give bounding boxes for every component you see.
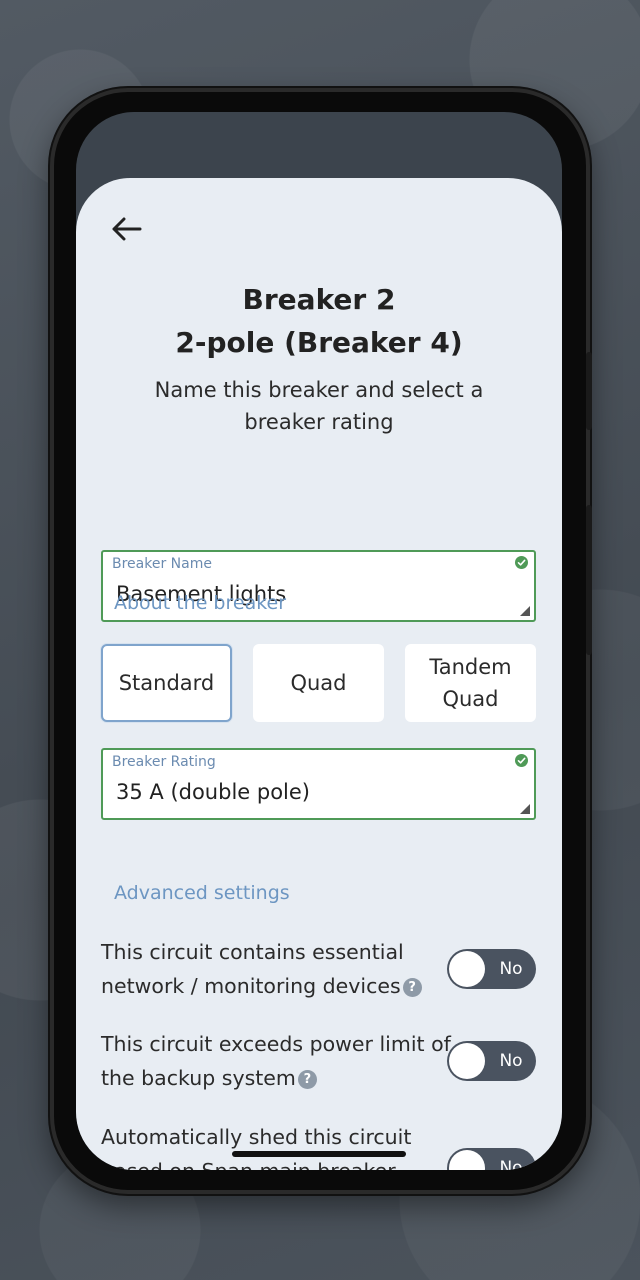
breaker-rating-field[interactable]: Breaker Rating 35 A (double pole) bbox=[101, 748, 536, 820]
resize-handle-icon[interactable] bbox=[520, 804, 530, 814]
breaker-rating-value[interactable]: 35 A (double pole) bbox=[116, 780, 310, 804]
setting-text: This circuit contains essential network … bbox=[101, 940, 404, 998]
toggle-knob bbox=[449, 1150, 485, 1170]
toggle-knob bbox=[449, 951, 485, 987]
power-button bbox=[586, 505, 592, 655]
toggle-power-limit[interactable]: No bbox=[447, 1041, 536, 1081]
toggle-auto-shed[interactable]: No bbox=[447, 1148, 536, 1170]
title-line-1: Breaker 2 bbox=[242, 283, 396, 316]
arrow-left-icon[interactable] bbox=[110, 214, 146, 244]
volume-button bbox=[586, 352, 592, 430]
toggle-label: No bbox=[499, 959, 523, 979]
help-icon[interactable]: ? bbox=[402, 978, 422, 997]
setting-power-limit: This circuit exceeds power limit of the … bbox=[101, 1027, 451, 1095]
title-line-2: 2-pole (Breaker 4) bbox=[175, 326, 463, 359]
type-tandem-quad-button[interactable]: Tandem Quad bbox=[405, 644, 536, 722]
help-icon[interactable]: ? bbox=[297, 1070, 317, 1089]
toggle-essential-devices[interactable]: No bbox=[447, 949, 536, 989]
app-screen: Breaker 2 2-pole (Breaker 4) Name this b… bbox=[76, 178, 562, 1170]
setting-text: This circuit exceeds power limit of the … bbox=[101, 1032, 451, 1090]
home-indicator[interactable] bbox=[232, 1151, 406, 1157]
resize-handle-icon[interactable] bbox=[520, 606, 530, 616]
advanced-heading: Advanced settings bbox=[114, 882, 290, 904]
setting-auto-shed: Automatically shed this circuit based on… bbox=[101, 1120, 451, 1170]
valid-check-icon bbox=[515, 754, 528, 767]
breaker-rating-label: Breaker Rating bbox=[112, 754, 216, 770]
page-title: Breaker 2 2-pole (Breaker 4) bbox=[76, 278, 562, 364]
phone-display: Breaker 2 2-pole (Breaker 4) Name this b… bbox=[76, 112, 562, 1170]
toggle-label: No bbox=[499, 1158, 523, 1170]
toggle-label: No bbox=[499, 1051, 523, 1071]
page-subtitle: Name this breaker and select a breaker r… bbox=[154, 378, 484, 434]
type-standard-button[interactable]: Standard bbox=[101, 644, 232, 722]
toggle-knob bbox=[449, 1043, 485, 1079]
setting-essential-devices: This circuit contains essential network … bbox=[101, 935, 451, 1003]
setting-text: Automatically shed this circuit based on… bbox=[101, 1125, 412, 1170]
breaker-name-label: Breaker Name bbox=[112, 556, 212, 572]
type-quad-button[interactable]: Quad bbox=[253, 644, 384, 722]
about-heading: About the breaker bbox=[114, 592, 287, 614]
valid-check-icon bbox=[515, 556, 528, 569]
